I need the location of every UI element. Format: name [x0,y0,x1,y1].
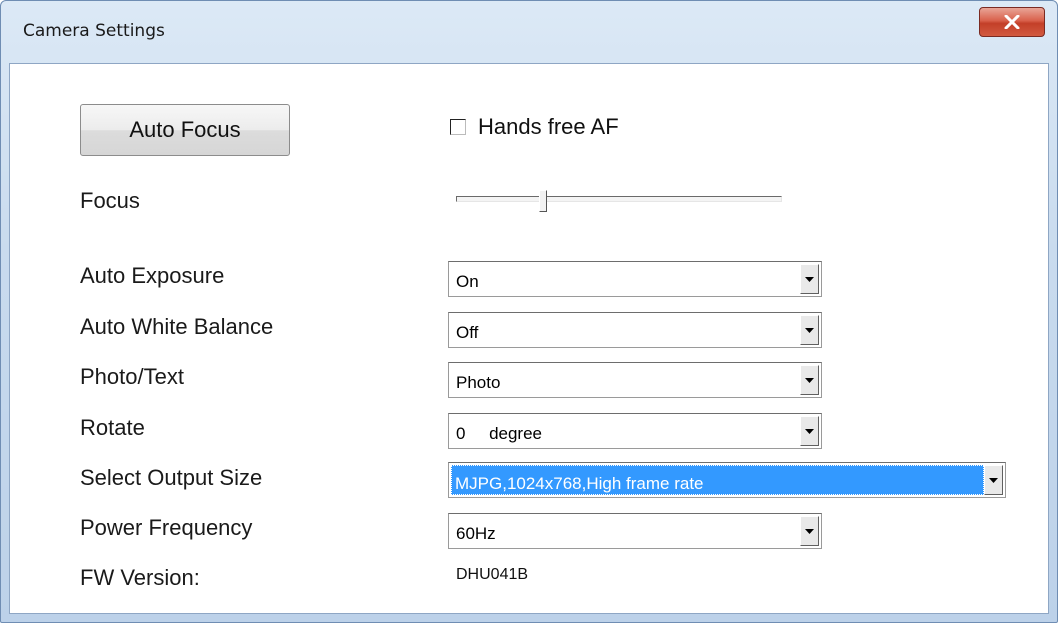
auto-exposure-value: On [456,272,479,291]
auto-white-balance-value: Off [456,323,479,342]
dropdown-arrow-button[interactable] [800,264,819,294]
power-frequency-label: Power Frequency [80,515,253,540]
focus-slider-track[interactable] [456,196,782,202]
settings-panel: Auto Focus Hands free AF Focus Auto Expo… [9,63,1049,614]
hands-free-af-checkbox[interactable]: Hands free AF [450,114,619,140]
auto-exposure-select[interactable]: On [448,261,822,297]
rotate-value: 0 degree [456,424,543,443]
close-x-icon [1004,15,1020,29]
chevron-down-icon [805,327,814,333]
auto-focus-button[interactable]: Auto Focus [80,104,290,156]
auto-white-balance-select[interactable]: Off [448,312,822,348]
photo-text-value: Photo [456,373,501,392]
photo-text-label: Photo/Text [80,364,184,389]
camera-settings-window: Camera Settings Auto Focus Hands free AF… [0,0,1058,623]
power-frequency-select[interactable]: 60Hz [448,513,822,549]
dropdown-arrow-button[interactable] [800,416,819,446]
rotate-select[interactable]: 0 degree [448,413,822,449]
photo-text-select[interactable]: Photo [448,362,822,398]
chevron-down-icon [805,377,814,383]
dropdown-arrow-button[interactable] [800,516,819,546]
title-bar[interactable]: Camera Settings [1,1,1057,63]
rotate-label: Rotate [80,415,145,440]
dropdown-arrow-button[interactable] [800,365,819,395]
auto-exposure-label: Auto Exposure [80,263,225,288]
dropdown-arrow-button[interactable] [984,465,1003,495]
power-frequency-value: 60Hz [456,524,496,543]
hands-free-af-label: Hands free AF [478,114,619,139]
window-title: Camera Settings [23,21,165,41]
checkbox-box[interactable] [450,119,466,135]
output-size-label: Select Output Size [80,465,263,490]
fw-version-label: FW Version: [80,565,200,590]
chevron-down-icon [805,528,814,534]
chevron-down-icon [805,428,814,434]
auto-white-balance-label: Auto White Balance [80,314,274,339]
focus-label: Focus [80,188,140,213]
chevron-down-icon [805,276,814,282]
fw-version-value: DHU041B [456,566,529,583]
dropdown-arrow-button[interactable] [800,315,819,345]
focus-slider[interactable] [456,190,782,212]
chevron-down-icon [989,477,998,483]
focus-slider-thumb[interactable] [539,190,547,212]
close-button[interactable] [979,7,1045,37]
output-size-value: MJPG,1024x768,High frame rate [451,465,984,495]
output-size-select[interactable]: MJPG,1024x768,High frame rate [448,462,1006,498]
